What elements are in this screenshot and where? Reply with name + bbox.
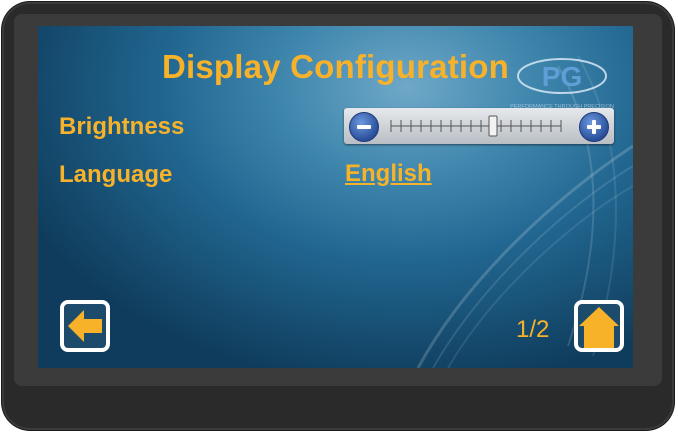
back-button[interactable]: [60, 300, 110, 352]
home-icon: [579, 307, 619, 348]
page-title: Display Configuration: [161, 48, 510, 85]
language-selector[interactable]: English: [345, 160, 432, 188]
language-label: Language: [59, 161, 173, 188]
brightness-slider: [344, 108, 614, 144]
arrow-left-icon: [68, 310, 102, 342]
minus-icon: [357, 125, 371, 129]
brightness-decrease-button[interactable]: [349, 112, 379, 142]
brightness-track[interactable]: [389, 115, 563, 137]
plus-icon: [587, 120, 601, 134]
page-indicator: 1/2: [516, 316, 550, 343]
brightness-increase-button[interactable]: [579, 112, 609, 142]
home-button[interactable]: [574, 300, 624, 352]
slider-thumb[interactable]: [488, 115, 498, 137]
brightness-label: Brightness: [59, 113, 185, 140]
display-screen: PG PERFORMANCE THROUGH PRECISION Display…: [38, 26, 633, 368]
